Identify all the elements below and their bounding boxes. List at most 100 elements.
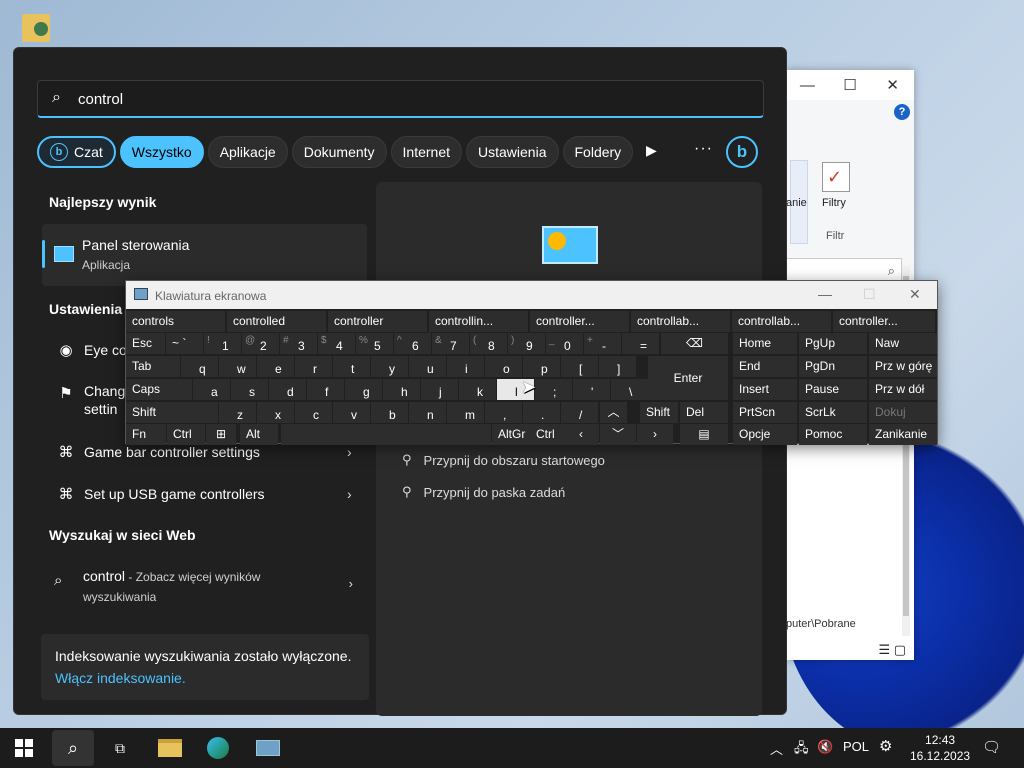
search-input[interactable] [78,88,678,110]
chip-aplikacje[interactable]: Aplikacje [207,136,288,168]
best-match-item[interactable]: Panel sterowania Aplikacja [42,224,367,286]
language-indicator[interactable]: POL [843,739,869,754]
key-8[interactable]: (8 [470,333,507,354]
key-space[interactable] [281,424,491,445]
key-x[interactable]: x [257,402,294,423]
key-comma[interactable]: , [485,402,522,423]
desktop-user-folder-icon[interactable] [20,8,56,48]
key-equals[interactable]: = [622,333,659,354]
key-6[interactable]: ^ 6 [394,333,431,354]
suggestion-7[interactable]: controllab... [732,311,833,332]
chip-dokumenty[interactable]: Dokumenty [291,136,387,168]
key-fn[interactable]: Fn [126,424,166,445]
key-pgup[interactable]: PgUp [799,333,867,354]
suggestion-8[interactable]: controller... [833,311,937,332]
key-altgr[interactable]: AltGr [492,424,534,445]
key-dock[interactable]: Dokuj [869,402,937,423]
network-icon[interactable]: 🖧 [794,739,809,761]
context-menu-icon[interactable]: ▤ [680,424,728,445]
key-2[interactable]: @2 [242,333,279,354]
suggestion-5[interactable]: controller... [530,311,631,332]
more-options-icon[interactable]: ··· [694,140,713,158]
key-7[interactable]: & 7 [432,333,469,354]
key-pgdn[interactable]: PgDn [799,356,867,377]
edge-taskbar-button[interactable] [206,736,230,760]
chip-wszystko[interactable]: Wszystko [119,136,204,168]
key-3[interactable]: #3 [280,333,317,354]
suggestion-6[interactable]: controllab... [631,311,732,332]
key-5[interactable]: % 5 [356,333,393,354]
key-fade[interactable]: Zanikanie [869,424,937,445]
suggestion-4[interactable]: controllin... [429,311,530,332]
help-icon[interactable]: ? [894,104,910,120]
volume-muted-icon[interactable]: 🔇 [817,739,833,755]
key-semicolon[interactable]: ; [535,379,572,400]
key-a[interactable]: a [193,379,230,400]
key-shift-right[interactable]: Shift [640,402,678,423]
key-insert[interactable]: Insert [733,379,797,400]
backspace-key[interactable]: ⌫ [661,333,728,354]
key-e[interactable]: e [257,356,294,377]
clock[interactable]: 12:43 16.12.2023 [910,732,970,764]
chevron-right-icon[interactable]: › [349,576,353,591]
arrow-up-icon[interactable]: ︿ [600,402,627,423]
chip-foldery[interactable]: Foldery [562,136,634,168]
key-prtscn[interactable]: PrtScn [733,402,797,423]
pin-to-taskbar-button[interactable]: ⚲ Przypnij do paska zadań [402,484,565,500]
key-r[interactable]: r [295,356,332,377]
pin-to-start-button[interactable]: ⚲ Przypnij do obszaru startowego [402,452,605,468]
key-esc[interactable]: Esc [126,333,165,354]
chip-internet[interactable]: Internet [390,136,463,168]
key-y[interactable]: y [371,356,408,377]
key-end[interactable]: End [733,356,797,377]
windows-key-icon[interactable]: ⊞ [206,424,236,445]
key-quote[interactable]: ' [573,379,610,400]
key-u[interactable]: u [409,356,446,377]
key-ctrl-left[interactable]: Ctrl [167,424,205,445]
filter-icon[interactable] [822,162,850,192]
task-view-button[interactable]: ⧉ [108,736,132,760]
key-scroll-up[interactable]: Prz w górę [869,356,937,377]
key-home[interactable]: Home [733,333,797,354]
key-help[interactable]: Pomoc [799,424,867,445]
maximize-icon[interactable]: ☐ [829,70,872,100]
key-period[interactable]: . [523,402,560,423]
start-button[interactable] [12,736,36,760]
key-options[interactable]: Opcje [733,424,797,445]
chip-czat[interactable]: b Czat [37,136,116,168]
key-minus[interactable]: + - [584,333,621,354]
key-tilde[interactable]: ~ ` [166,333,203,354]
minimize-icon[interactable]: — [786,70,829,100]
key-9[interactable]: ) 9 [508,333,545,354]
search-button[interactable]: ⌕ [52,730,94,766]
key-lbracket[interactable]: [ [561,356,598,377]
view-mode-icons[interactable]: ☰ ▢ [878,642,906,658]
key-w[interactable]: w [219,356,256,377]
close-icon[interactable]: ✕ [871,70,914,100]
file-explorer-taskbar-button[interactable] [158,736,182,760]
key-v[interactable]: v [333,402,370,423]
show-hidden-icons-chevron-icon[interactable]: ︿ [770,739,783,758]
web-search-item[interactable]: ⌕ control - Zobacz więcej wyników wyszuk… [42,562,367,612]
key-1[interactable]: ! 1 [204,333,241,354]
key-j[interactable]: j [421,379,458,400]
key-pause[interactable]: Pause [799,379,867,400]
key-4[interactable]: $4 [318,333,355,354]
key-tab[interactable]: Tab [126,356,180,377]
settings-gear-icon[interactable]: ⚙ [879,737,892,755]
key-0[interactable]: _ 0 [546,333,583,354]
arrow-left-icon[interactable]: ‹ [563,424,599,445]
suggestion-2[interactable]: controlled [227,311,328,332]
key-backslash[interactable]: \ [611,379,648,400]
minimize-icon[interactable]: — [818,286,832,302]
key-alt[interactable]: Alt [240,424,278,445]
key-caps[interactable]: Caps [126,379,192,400]
key-shift-left[interactable]: Shift [126,402,218,423]
scroll-chips-right-icon[interactable]: ▶ [646,142,657,159]
key-c[interactable]: c [295,402,332,423]
key-d[interactable]: d [269,379,306,400]
key-s[interactable]: s [231,379,268,400]
key-b[interactable]: b [371,402,408,423]
key-p[interactable]: p [523,356,560,377]
filtry-label[interactable]: Filtry [822,197,846,209]
